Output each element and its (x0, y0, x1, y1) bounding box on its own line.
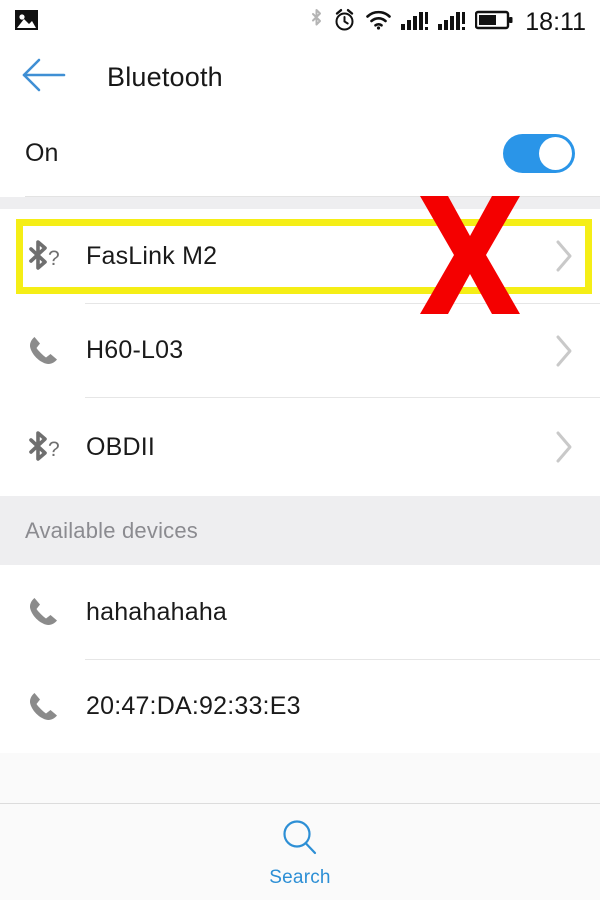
wifi-icon (365, 9, 392, 35)
svg-text:?: ? (48, 247, 60, 270)
chevron-right-icon (554, 239, 574, 273)
signal-1-icon (401, 9, 429, 36)
battery-icon (475, 9, 513, 36)
bluetooth-toggle-switch[interactable] (503, 134, 575, 173)
device-name: 20:47:DA:92:33:E3 (86, 692, 301, 720)
status-bar-left-icons (14, 9, 39, 36)
device-row-faslink-m2[interactable]: ? FasLink M2 (0, 209, 600, 303)
alarm-icon (333, 8, 356, 37)
toggle-knob (539, 137, 572, 170)
signal-2-icon (438, 9, 466, 36)
bluetooth-unknown-icon: ? (22, 235, 78, 277)
device-row-obdii[interactable]: ? OBDII (0, 398, 600, 496)
status-bar-right-icons: 18:11 (309, 8, 586, 37)
image-icon (14, 9, 39, 36)
device-row-h60-l03[interactable]: H60-L03 (0, 304, 600, 397)
bottom-spacer (0, 753, 600, 803)
svg-text:?: ? (48, 438, 60, 461)
back-arrow-icon (19, 56, 67, 99)
section-header-label: Available devices (25, 517, 198, 543)
device-row-mac-address[interactable]: 20:47:DA:92:33:E3 (0, 660, 600, 753)
bluetooth-toggle-label: On (25, 139, 59, 167)
phone-handset-icon (22, 686, 78, 728)
phone-handset-icon (22, 591, 78, 633)
phone-handset-icon (22, 330, 78, 372)
search-icon (278, 816, 322, 865)
search-button[interactable]: Search (0, 803, 600, 900)
device-name: OBDII (86, 432, 156, 461)
bluetooth-toggle-row[interactable]: On (0, 110, 600, 197)
bluetooth-icon (309, 8, 324, 37)
device-name: FasLink M2 (86, 241, 218, 270)
status-bar: 18:11 (0, 0, 600, 44)
section-gap-band-top (0, 197, 600, 209)
title-bar: Bluetooth (0, 44, 600, 110)
device-name: hahahahaha (86, 597, 228, 626)
device-name: H60-L03 (86, 336, 184, 364)
status-bar-clock: 18:11 (525, 7, 586, 36)
back-button[interactable] (12, 46, 74, 108)
page-title: Bluetooth (107, 61, 223, 92)
chevron-right-icon (554, 430, 574, 464)
search-button-label: Search (269, 866, 331, 888)
chevron-right-icon (554, 334, 574, 368)
device-row-hahahahaha[interactable]: hahahahaha (0, 565, 600, 659)
bluetooth-unknown-icon: ? (22, 426, 78, 468)
available-devices-section-header: Available devices (0, 496, 600, 565)
bluetooth-settings-screen: 18:11 Bluetooth On ? FasLink M2 H60-L03 … (0, 0, 600, 900)
